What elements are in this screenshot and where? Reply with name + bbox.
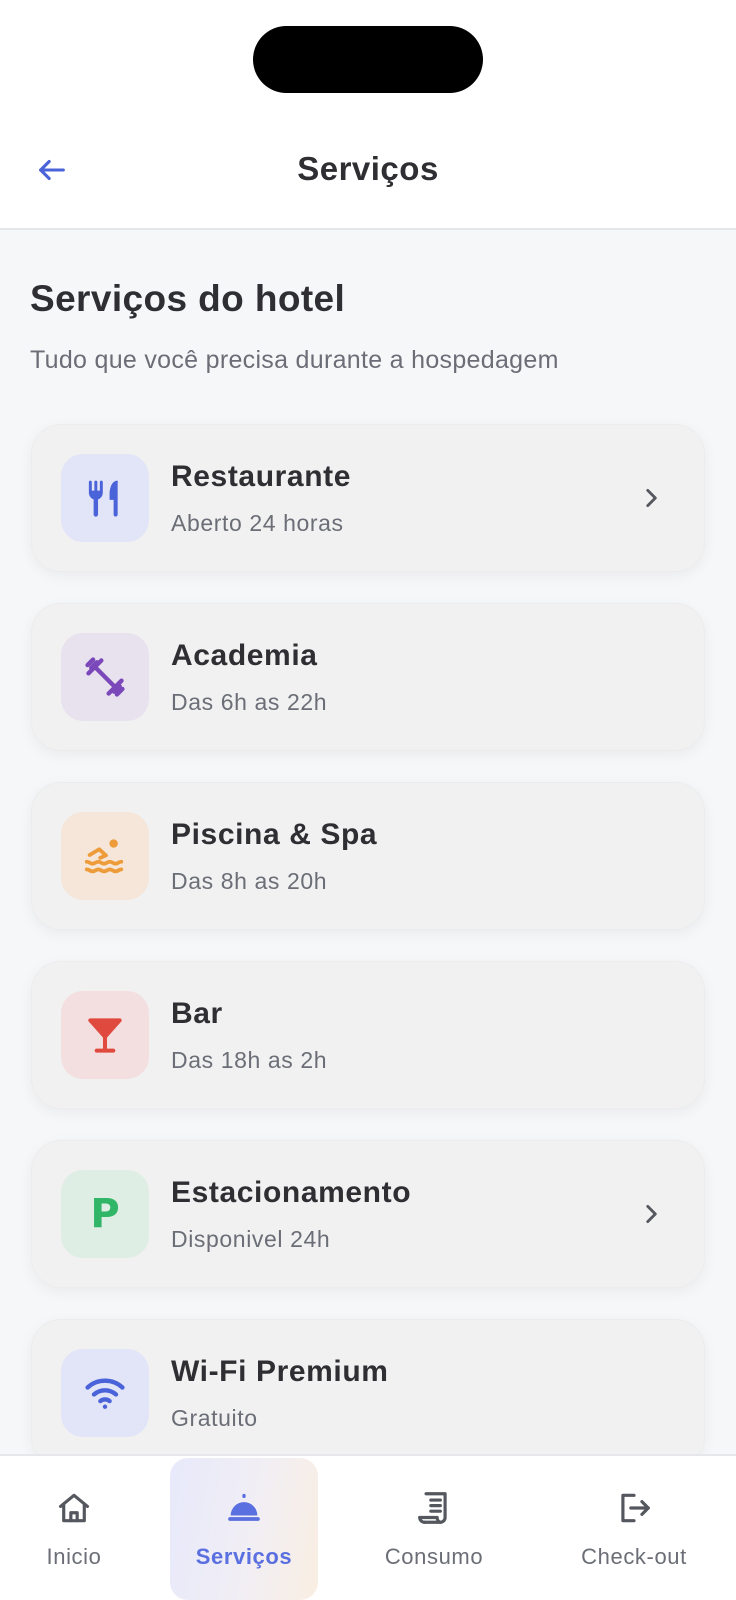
section-subtitle: Tudo que você precisa durante a hospedag… [30,346,559,374]
service-icon-box [61,991,149,1079]
service-icon-box [61,1349,149,1437]
cocktail-icon [88,1018,122,1053]
service-name: Piscina & Spa [171,818,378,851]
chevron-right-icon [635,1198,667,1230]
nav-label: Check-out [581,1544,687,1569]
service-hours: Das 18h as 2h [171,1047,328,1073]
wifi-icon [85,1378,125,1409]
service-card-restaurante[interactable]: Restaurante Aberto 24 horas [31,424,705,572]
service-icon-box [61,454,149,542]
service-icon-box: P [61,1170,149,1258]
service-name: Estacionamento [171,1176,412,1209]
nav-item-servicos[interactable]: Serviços [170,1458,318,1600]
service-name: Wi-Fi Premium [171,1355,389,1388]
service-icon-box [61,633,149,721]
service-icon-box [61,812,149,900]
dumbbell-icon [85,657,125,697]
service-hours: Gratuito [171,1405,258,1431]
utensils-icon [88,480,118,517]
camera-notch [253,26,483,93]
service-card-estacionamento[interactable]: P Estacionamento Disponivel 24h [31,1140,705,1288]
nav-item-consumo[interactable]: Consumo [360,1458,508,1600]
service-name: Academia [171,639,318,672]
service-name: Bar [171,997,223,1030]
nav-label: Consumo [384,1544,484,1569]
nav-label: Serviços [195,1544,293,1569]
chevron-right-icon [635,482,667,514]
logout-icon [621,1493,650,1523]
service-hours: Das 6h as 22h [171,689,328,715]
page-title: Serviços [297,150,439,187]
nav-label: Inicio [46,1544,102,1569]
parking-icon: P [90,1191,120,1237]
service-hours: Aberto 24 horas [171,510,344,536]
nav-item-inicio[interactable]: Inicio [0,1458,148,1600]
service-card-piscina-spa[interactable]: Piscina & Spa Das 8h as 20h [31,782,705,930]
service-hours: Das 8h as 20h [171,868,328,894]
receipt-icon [418,1492,447,1524]
nav-item-check-out[interactable]: Check-out [560,1458,708,1600]
home-icon [58,1493,90,1523]
section-title: Serviços do hotel [30,278,346,319]
service-name: Restaurante [171,460,351,493]
service-bell-icon [228,1493,260,1521]
service-card-academia[interactable]: Academia Das 6h as 22h [31,603,705,751]
service-hours: Disponivel 24h [171,1226,331,1252]
service-card-bar[interactable]: Bar Das 18h as 2h [31,961,705,1109]
swimmer-icon [84,839,124,874]
service-card-wifi-premium[interactable]: Wi-Fi Premium Gratuito [31,1319,705,1467]
